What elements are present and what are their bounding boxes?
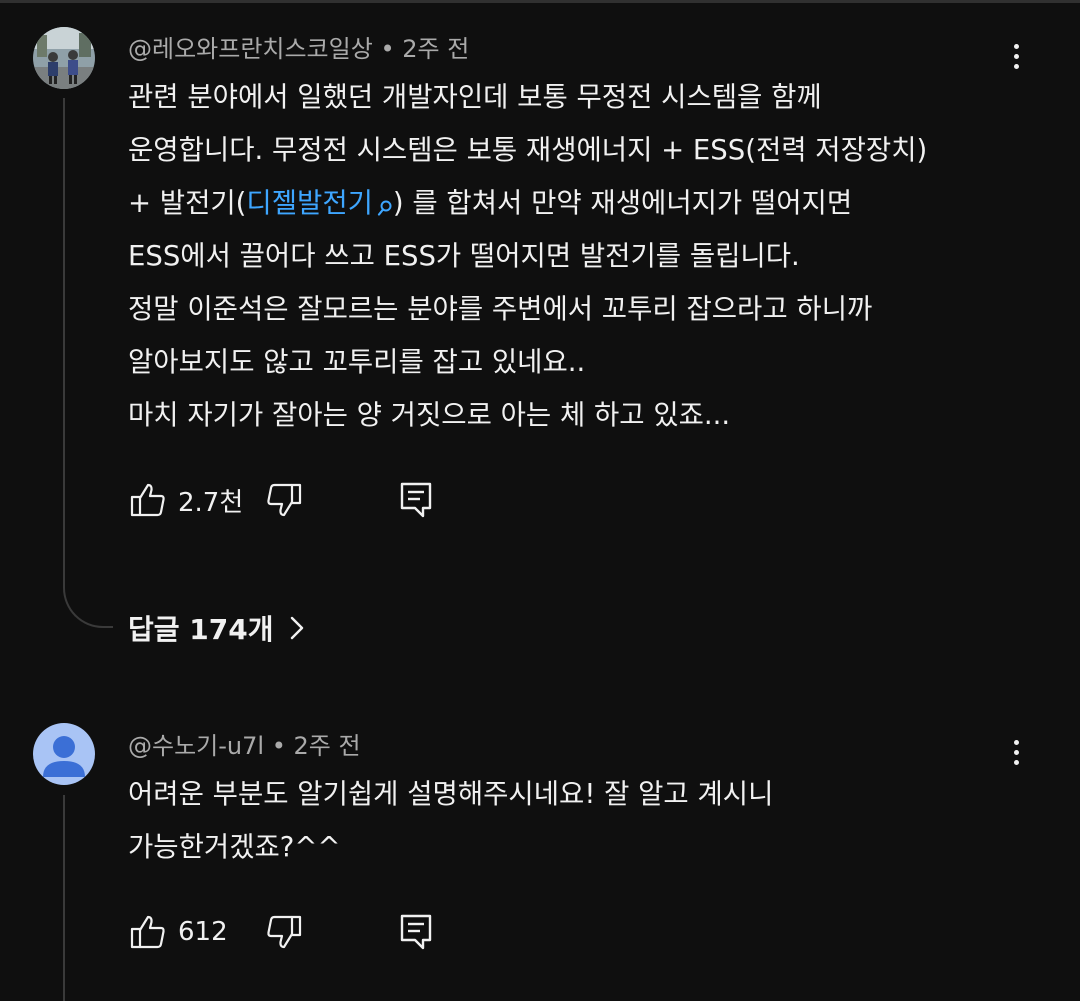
- search-icon: [377, 183, 393, 236]
- search-link-text[interactable]: 디젤발전기: [246, 187, 373, 219]
- avatar[interactable]: [33, 27, 95, 89]
- comment-time: 2주 전: [402, 35, 470, 63]
- thread-connector: [63, 795, 65, 1001]
- comment-line: 정말 이준석은 잘모르는 분야를 주변에서 꼬투리 잡으라고 하니까: [128, 293, 873, 325]
- thumb-up-icon[interactable]: [128, 912, 168, 952]
- comment-actions: 612: [128, 910, 434, 954]
- replies-label[interactable]: 답글 174개: [128, 608, 273, 648]
- like-count: 2.7천: [178, 487, 244, 518]
- comment-author-line: @수노기-u7l • 2주 전: [128, 726, 361, 761]
- comment-line: 어려운 부분도 알기쉽게 설명해주시네요! 잘 알고 계시니: [128, 778, 774, 810]
- comment-time: 2주 전: [293, 732, 361, 760]
- author-handle[interactable]: @수노기-u7l: [128, 732, 264, 760]
- view-replies-button[interactable]: 답글 174개: [128, 604, 307, 652]
- top-divider: [0, 0, 1080, 3]
- comment-icon[interactable]: [398, 480, 434, 520]
- more-vert-icon[interactable]: [996, 34, 1036, 78]
- separator-dot: •: [380, 35, 395, 63]
- comment-line: 가능한거겠죠?^^: [128, 831, 341, 863]
- comment-line: 알아보지도 않고 꼬투리를 잡고 있네요..: [128, 346, 586, 378]
- thumb-down-icon[interactable]: [264, 912, 304, 952]
- comment-text: ) 를 합쳐서 만약 재생에너지가 떨어지면: [392, 187, 853, 219]
- thumb-up-icon[interactable]: [128, 480, 168, 520]
- search-link[interactable]: 디젤발전기: [246, 187, 393, 219]
- separator-dot: •: [271, 732, 286, 760]
- comment-actions: 2.7천: [128, 478, 434, 522]
- comment-text: + 발전기(: [128, 187, 247, 219]
- comment-line: 마치 자기가 잘아는 양 거짓으로 아는 체 하고 있죠...: [128, 399, 731, 431]
- comment-author-line: @레오와프란치스코일상 • 2주 전: [128, 29, 469, 64]
- comment-line: 운영합니다. 무정전 시스템은 보통 재생에너지 + ESS(전력 저장장치): [128, 134, 928, 166]
- comment-line: + 발전기(디젤발전기 ) 를 합쳐서 만약 재생에너지가 떨어지면: [128, 177, 927, 230]
- thread-connector: [63, 98, 113, 628]
- comment-body: 관련 분야에서 일했던 개발자인데 보통 무정전 시스템을 함께 운영합니다. …: [128, 71, 927, 442]
- comment-line: 관련 분야에서 일했던 개발자인데 보통 무정전 시스템을 함께: [128, 81, 822, 113]
- chevron-right-icon: [291, 616, 304, 640]
- avatar[interactable]: [33, 723, 95, 785]
- author-handle[interactable]: @레오와프란치스코일상: [128, 35, 373, 63]
- comment-line: ESS에서 끌어다 쓰고 ESS가 떨어지면 발전기를 돌립니다.: [128, 240, 800, 272]
- comment-icon[interactable]: [398, 912, 434, 952]
- thumb-down-icon[interactable]: [264, 480, 304, 520]
- comment-body: 어려운 부분도 알기쉽게 설명해주시네요! 잘 알고 계시니 가능한거겠죠?^^: [128, 768, 773, 874]
- more-vert-icon[interactable]: [996, 730, 1036, 774]
- like-count: 612: [178, 917, 228, 947]
